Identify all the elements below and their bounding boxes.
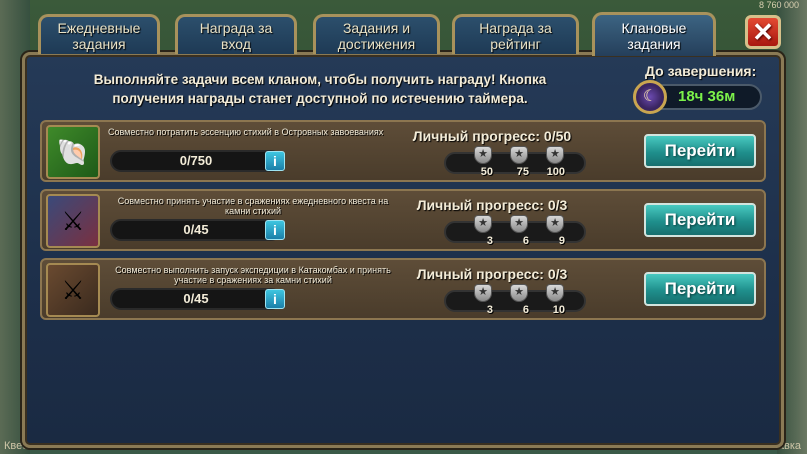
tab-clan-tasks[interactable]: Клановые задания: [592, 12, 716, 56]
elemental-stones-icon: ⚔: [46, 194, 100, 248]
quest-row: ⚔ Совместно принять участие в сражениях …: [40, 189, 766, 251]
quest-personal-progress: Личный прогресс: 0/3: [416, 197, 568, 213]
quest-info-button[interactable]: i: [265, 151, 285, 171]
milestone-value: 50: [480, 166, 493, 178]
milestone-value: 75: [516, 166, 529, 178]
elemental-essence-icon: 🐚: [46, 125, 100, 179]
quest-clan-progress-bar: 0/750: [110, 150, 282, 172]
milestone-value: 6: [522, 304, 529, 316]
quest-description: Совместно принять участие в сражениях еж…: [117, 196, 389, 216]
tab-login-reward[interactable]: Награда за вход: [175, 14, 297, 54]
milestone-value: 100: [546, 166, 565, 178]
quest-clan-progress-value: 0/750: [179, 153, 213, 168]
quest-personal-track: ★ ★ ★ 3 6 10: [444, 284, 586, 316]
background-currency-counter: 8 760 000: [758, 0, 799, 10]
quest-clan-progress-value: 0/45: [183, 291, 209, 306]
quest-personal-progress: Личный прогресс: 0/50: [412, 128, 572, 144]
milestone-shield-icon: ★: [546, 215, 564, 233]
clan-tasks-description: Выполняйте задачи всем кланом, чтобы пол…: [93, 72, 547, 106]
milestone-shield-icon: ★: [510, 146, 528, 164]
milestone-value: 10: [552, 304, 565, 316]
milestone-value: 9: [558, 235, 565, 247]
catacombs-expedition-icon: ⚔: [46, 263, 100, 317]
milestone-shield-icon: ★: [474, 284, 492, 302]
quest-go-button[interactable]: Перейти: [644, 272, 756, 306]
milestone-value: 6: [522, 235, 529, 247]
quest-clan-progress-bar: 0/45: [110, 288, 282, 310]
quest-clan-progress-bar: 0/45: [110, 219, 282, 241]
quest-clan-progress-value: 0/45: [183, 222, 209, 237]
tab-rating-reward[interactable]: Награда за рейтинг: [452, 14, 579, 54]
quest-row: ⚔ Совместно выполнить запуск экспедиции …: [40, 258, 766, 320]
quest-row: 🐚 Совместно потратить эссенцию стихий в …: [40, 120, 766, 182]
milestone-shield-icon: ★: [510, 284, 528, 302]
tab-tasks-achievements[interactable]: Задания и достижения: [313, 14, 440, 54]
timer-clock-icon: ☾: [633, 80, 667, 114]
quest-go-button[interactable]: Перейти: [644, 203, 756, 237]
milestone-value: 3: [486, 304, 493, 316]
milestone-value: 3: [486, 235, 493, 247]
quest-info-button[interactable]: i: [265, 220, 285, 240]
tab-daily-tasks[interactable]: Ежедневные задания: [38, 14, 160, 54]
milestone-shield-icon: ★: [510, 215, 528, 233]
milestone-shield-icon: ★: [474, 146, 492, 164]
milestone-shield-icon: ★: [546, 146, 564, 164]
close-button[interactable]: ✕: [745, 15, 781, 49]
quest-info-button[interactable]: i: [265, 289, 285, 309]
quest-go-button[interactable]: Перейти: [644, 134, 756, 168]
quest-personal-track: ★ ★ ★ 3 6 9: [444, 215, 586, 247]
milestone-shield-icon: ★: [474, 215, 492, 233]
timer-label: До завершения:: [645, 63, 757, 79]
quest-personal-track: ★ ★ ★ 50 75 100: [444, 146, 586, 178]
milestone-shield-icon: ★: [546, 284, 564, 302]
quest-description: Совместно выполнить запуск экспедиции в …: [115, 265, 391, 285]
close-icon: ✕: [752, 17, 774, 47]
quest-description: Совместно потратить эссенцию стихий в Ос…: [108, 127, 384, 137]
quest-personal-progress: Личный прогресс: 0/3: [416, 266, 568, 282]
